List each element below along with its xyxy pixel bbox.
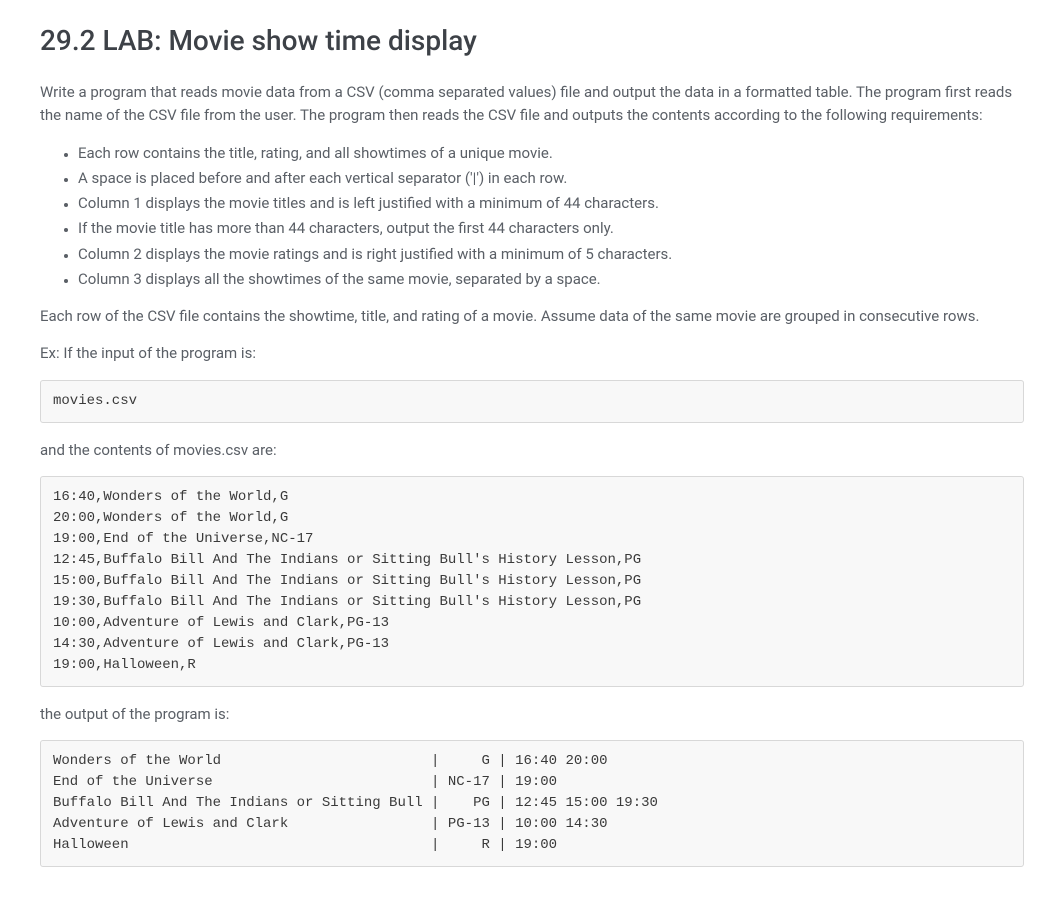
list-item: Column 2 displays the movie ratings and …	[78, 243, 1024, 266]
contents-label: and the contents of movies.csv are:	[40, 439, 1024, 462]
intro-paragraph: Write a program that reads movie data fr…	[40, 81, 1024, 128]
csv-note-paragraph: Each row of the CSV file contains the sh…	[40, 305, 1024, 328]
list-item: Column 1 displays the movie titles and i…	[78, 192, 1024, 215]
example-label: Ex: If the input of the program is:	[40, 342, 1024, 365]
csv-code-block: 16:40,Wonders of the World,G 20:00,Wonde…	[40, 476, 1024, 687]
list-item: Column 3 displays all the showtimes of t…	[78, 268, 1024, 291]
list-item: Each row contains the title, rating, and…	[78, 142, 1024, 165]
list-item: A space is placed before and after each …	[78, 167, 1024, 190]
list-item: If the movie title has more than 44 char…	[78, 217, 1024, 240]
output-code-block: Wonders of the World | G | 16:40 20:00 E…	[40, 740, 1024, 867]
requirements-list: Each row contains the title, rating, and…	[40, 142, 1024, 292]
input-code-block: movies.csv	[40, 380, 1024, 423]
output-label: the output of the program is:	[40, 703, 1024, 726]
page-title: 29.2 LAB: Movie show time display	[40, 24, 1024, 57]
